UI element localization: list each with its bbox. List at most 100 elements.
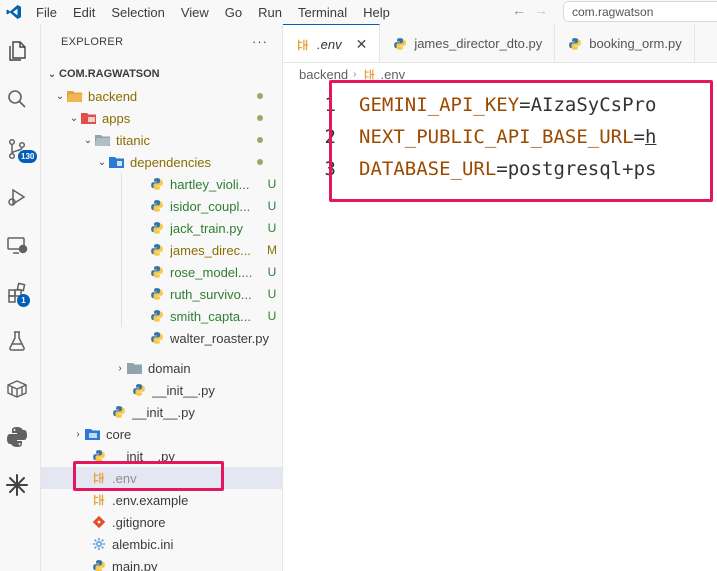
folder-open-icon — [95, 132, 111, 148]
git-file-icon — [91, 514, 107, 530]
menu-edit[interactable]: Edit — [65, 5, 103, 20]
tree-file-ruth-survivor[interactable]: ruth_survivo... U — [41, 283, 282, 305]
run-debug-icon[interactable] — [4, 184, 30, 210]
tab-booking-orm[interactable]: booking_orm.py — [555, 24, 695, 62]
chevron-right-icon: › — [76, 428, 80, 440]
tree-file-gitignore[interactable]: .gitignore — [41, 511, 282, 533]
scm-badge: 130 — [18, 150, 38, 163]
git-status-badge: U — [267, 287, 277, 301]
breadcrumb-file[interactable]: .env — [381, 67, 406, 82]
python-icon[interactable] — [4, 424, 30, 450]
tree-label: __init__.py — [112, 448, 175, 464]
line-number: 3 — [324, 158, 336, 180]
tree-folder-backend[interactable]: ⌄ backend — [41, 85, 282, 107]
breadcrumb-folder[interactable]: backend — [299, 67, 348, 82]
menu-view[interactable]: View — [173, 5, 217, 20]
tree-label: main.py — [112, 558, 158, 571]
menu-terminal[interactable]: Terminal — [290, 5, 355, 20]
python-file-icon — [149, 198, 165, 214]
line-number: 2 — [324, 126, 336, 148]
testing-icon[interactable] — [4, 328, 30, 354]
containers-icon[interactable] — [4, 376, 30, 402]
tree-label: __init__.py — [152, 382, 215, 398]
tree-file-env-example[interactable]: .env.example — [41, 489, 282, 511]
close-icon[interactable]: ✕ — [356, 36, 368, 53]
tree-label: walter_roaster.py — [170, 330, 269, 346]
ai-assistant-icon[interactable] — [4, 472, 30, 498]
tree-file-smith-captain[interactable]: smith_capta... U — [41, 305, 282, 327]
tree-file-james-director[interactable]: james_direc... M — [41, 239, 282, 261]
git-status-badge: M — [267, 243, 277, 257]
folder-apps-icon — [81, 110, 97, 126]
forward-arrow-icon[interactable]: → — [534, 2, 548, 18]
env-file-icon — [91, 470, 107, 486]
tab-env[interactable]: .env ✕ — [283, 24, 381, 62]
python-file-icon — [149, 264, 165, 280]
remote-explorer-icon[interactable] — [4, 232, 30, 258]
extensions-icon[interactable]: 1 — [4, 280, 30, 307]
tree-label: james_direc... — [170, 242, 251, 258]
env-key: NEXT_PUBLIC_API_BASE_URL — [359, 126, 634, 148]
more-actions-icon[interactable]: ··· — [252, 34, 268, 49]
source-control-icon[interactable]: 130 — [4, 136, 38, 163]
tree-folder-apps[interactable]: ⌄ apps — [41, 107, 282, 129]
tree-label: ruth_survivo... — [170, 286, 252, 302]
tree-file-walter-roaster[interactable]: walter_roaster.py — [41, 327, 282, 349]
tree-file-init[interactable]: __init__.py — [41, 379, 282, 401]
tree-file-env[interactable]: .env — [41, 467, 282, 489]
back-arrow-icon[interactable]: ← — [512, 2, 526, 18]
env-file-icon — [91, 492, 107, 508]
line-number: 1 — [324, 94, 336, 116]
menu-help[interactable]: Help — [355, 5, 398, 20]
search-icon[interactable] — [4, 86, 30, 112]
menu-file[interactable]: File — [28, 5, 65, 20]
folder-dependencies-icon — [109, 154, 125, 170]
menu-go[interactable]: Go — [217, 5, 250, 20]
tree-folder-domain[interactable]: › domain — [41, 357, 282, 379]
tree-label: dependencies — [130, 154, 211, 170]
python-file-icon — [91, 448, 107, 464]
code-editor[interactable]: 1 GEMINI_API_KEY = AIzaSyCsPro 2 NEXT_PUBL… — [283, 85, 717, 571]
equals-sign: = — [519, 94, 531, 116]
tree-file-main[interactable]: main.py — [41, 555, 282, 571]
tree-file-isidor[interactable]: isidor_coupl... U — [41, 195, 282, 217]
tree-label: apps — [102, 110, 131, 126]
chevron-down-icon: ⌄ — [55, 90, 65, 102]
command-center-search[interactable]: com.ragwatson — [563, 1, 717, 22]
tree-folder-titanic[interactable]: ⌄ titanic — [41, 129, 282, 151]
chevron-down-icon: ⌄ — [97, 156, 107, 168]
tree-folder-core[interactable]: › core — [41, 423, 282, 445]
navigation-arrows: ← → — [512, 2, 548, 18]
extensions-badge: 1 — [17, 294, 30, 307]
git-status-badge: U — [267, 221, 277, 235]
tab-title: .env — [317, 37, 342, 52]
python-file-icon — [131, 382, 147, 398]
chevron-down-icon: ⌄ — [47, 68, 57, 80]
python-file-icon — [149, 286, 165, 302]
status-dot — [257, 159, 263, 165]
tree-file-init[interactable]: __init__.py — [41, 401, 282, 423]
tree-file-init[interactable]: __init__.py — [41, 445, 282, 467]
menu-run[interactable]: Run — [250, 5, 290, 20]
tree-label: .env — [112, 470, 137, 486]
menu-selection[interactable]: Selection — [103, 5, 172, 20]
tab-james-director-dto[interactable]: james_director_dto.py — [380, 24, 556, 62]
tree-label: alembic.ini — [112, 536, 174, 552]
python-file-icon — [149, 308, 165, 324]
tree-file-hartley[interactable]: hartley_violi... U — [41, 173, 282, 195]
editor-tab-bar: .env ✕ james_director_dto.py booking_orm… — [283, 24, 717, 63]
chevron-down-icon: ⌄ — [69, 112, 79, 124]
workspace-root-label: COM.RAGWATSON — [59, 68, 160, 80]
tree-file-jack-train[interactable]: jack_train.py U — [41, 217, 282, 239]
python-file-icon — [149, 330, 165, 346]
env-value: postgresql+ps — [507, 158, 657, 180]
explorer-title: EXPLORER — [61, 35, 124, 48]
tree-folder-dependencies[interactable]: ⌄ dependencies — [41, 151, 282, 173]
tree-label: smith_capta... — [170, 308, 251, 324]
workspace-root[interactable]: ⌄ COM.RAGWATSON — [41, 63, 282, 85]
env-value: h — [645, 126, 657, 148]
explorer-icon[interactable] — [4, 38, 30, 64]
tree-file-alembic-ini[interactable]: alembic.ini — [41, 533, 282, 555]
tree-file-rose-model[interactable]: rose_model.... U — [41, 261, 282, 283]
tree-label: rose_model.... — [170, 264, 253, 280]
